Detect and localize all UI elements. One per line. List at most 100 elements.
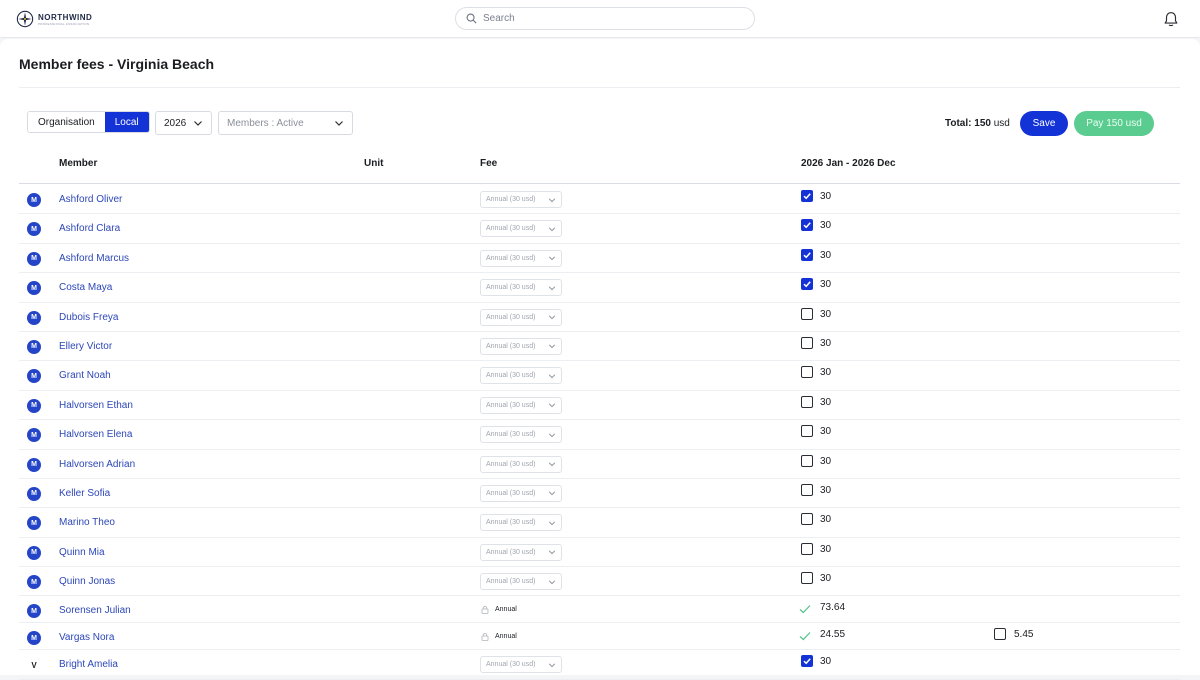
- fee-select[interactable]: Annual (30 usd): [480, 337, 562, 355]
- member-name-link[interactable]: Sorensen Julian: [59, 605, 131, 616]
- fee-checkbox[interactable]: [801, 248, 813, 261]
- title-divider: [19, 87, 1180, 88]
- pay-button[interactable]: Pay 150 usd: [1074, 111, 1154, 136]
- avatar: M: [27, 398, 41, 413]
- fee-amount: 30: [820, 514, 832, 526]
- chevron-down-icon: [548, 403, 556, 408]
- chevron-down-icon: [548, 462, 556, 467]
- fee-select-value: Annual (30 usd): [486, 548, 536, 556]
- year-select[interactable]: 2026: [155, 111, 212, 135]
- member-name-link[interactable]: Grant Noah: [59, 370, 111, 381]
- fee-select[interactable]: Annual (30 usd): [480, 543, 562, 561]
- fee-select[interactable]: Annual (30 usd): [480, 514, 562, 532]
- member-name-link[interactable]: Quinn Mia: [59, 547, 105, 558]
- fee-checkbox[interactable]: [801, 219, 813, 232]
- member-name-link[interactable]: Keller Sofia: [59, 488, 110, 499]
- search-box[interactable]: [455, 7, 755, 30]
- avatar: M: [27, 516, 41, 531]
- fee-select[interactable]: Annual (30 usd): [480, 484, 562, 502]
- checkmark-icon: [803, 658, 811, 665]
- main-panel: Member fees - Virginia Beach Organisatio…: [0, 39, 1200, 680]
- member-fee-table: M Ashford Oliver Annual (30 usd) 30 M Ashford…: [19, 185, 1180, 680]
- avatar: M: [27, 486, 41, 501]
- member-name-link[interactable]: Quinn Jonas: [59, 576, 115, 587]
- total-value: 150: [974, 118, 991, 129]
- lock-icon: [481, 633, 489, 642]
- fee-select-value: Annual (30 usd): [486, 225, 536, 233]
- fee-checkbox[interactable]: [801, 307, 813, 320]
- avatar: M: [27, 222, 41, 237]
- fee-select[interactable]: Annual (30 usd): [480, 308, 562, 326]
- column-member[interactable]: Member: [59, 158, 97, 169]
- fee-locked-value: Annual: [495, 633, 517, 641]
- total-label: Total:: [945, 118, 972, 129]
- member-name-link[interactable]: Ashford Clara: [59, 223, 120, 234]
- lock-icon: [481, 606, 489, 615]
- chevron-down-icon: [548, 433, 556, 437]
- scope-tab-local[interactable]: Local: [104, 112, 149, 132]
- fee-checkbox[interactable]: [801, 395, 813, 408]
- fee-checkbox[interactable]: [801, 572, 813, 585]
- scope-toggle: Organisation Local: [27, 111, 150, 133]
- fee-select-value: Annual (30 usd): [486, 489, 536, 497]
- table-row: M Quinn Mia Annual (30 usd) 30: [19, 538, 1180, 568]
- fee-amount: 30: [820, 367, 832, 379]
- fee-checkbox[interactable]: [801, 425, 813, 438]
- fee-select[interactable]: Annual (30 usd): [480, 220, 562, 238]
- table-row: M Halvorsen Elena Annual (30 usd) 30: [19, 420, 1180, 450]
- scope-tab-organisation[interactable]: Organisation: [28, 112, 105, 132]
- logo-name: NORTHWIND: [38, 12, 93, 22]
- member-name-link[interactable]: Marino Theo: [59, 517, 115, 528]
- avatar: M: [27, 575, 41, 590]
- save-button[interactable]: Save: [1020, 111, 1068, 136]
- members-filter-select[interactable]: Members : Active: [218, 111, 353, 135]
- fee-select[interactable]: Annual (30 usd): [480, 396, 562, 414]
- member-name-link[interactable]: Ashford Oliver: [59, 194, 122, 205]
- members-filter-value: Members : Active: [227, 117, 304, 129]
- column-unit[interactable]: Unit: [364, 158, 383, 169]
- fee-select[interactable]: Annual (30 usd): [480, 279, 562, 297]
- fee-select[interactable]: Annual (30 usd): [480, 573, 562, 591]
- member-name-link[interactable]: Halvorsen Elena: [59, 429, 132, 440]
- notification-bell-icon[interactable]: [1162, 10, 1180, 28]
- member-name-link[interactable]: Dubois Freya: [59, 312, 118, 323]
- column-fee[interactable]: Fee: [480, 158, 497, 169]
- fee-select[interactable]: Annual (30 usd): [480, 426, 562, 444]
- search-input[interactable]: [483, 13, 733, 24]
- extra-fee-checkbox[interactable]: [994, 628, 1006, 641]
- fee-checkbox[interactable]: [801, 366, 813, 379]
- fee-select-value: Annual (30 usd): [486, 342, 536, 350]
- fee-amount: 30: [820, 249, 832, 261]
- column-period[interactable]: 2026 Jan - 2026 Dec: [801, 158, 896, 169]
- fee-checkbox[interactable]: [801, 483, 813, 496]
- member-name-link[interactable]: Costa Maya: [59, 282, 112, 293]
- chevron-down-icon: [548, 521, 556, 526]
- member-name-link[interactable]: Vargas Nora: [59, 632, 114, 643]
- fee-checkbox[interactable]: [801, 513, 813, 526]
- logo[interactable]: NORTHWIND PROFESSIONAL ASSOCIATION: [16, 10, 92, 28]
- fee-checkbox[interactable]: [801, 278, 813, 291]
- fee-amount: 30: [820, 573, 832, 585]
- fee-select[interactable]: Annual (30 usd): [480, 367, 562, 385]
- avatar: M: [27, 369, 41, 384]
- fee-checkbox[interactable]: [801, 190, 813, 202]
- member-name-link[interactable]: Bright Amelia: [59, 659, 118, 670]
- avatar: M: [27, 251, 41, 266]
- fee-checkbox[interactable]: [801, 542, 813, 555]
- member-name-link[interactable]: Ashford Marcus: [59, 253, 129, 264]
- chevron-down-icon: [548, 344, 556, 349]
- fee-select-value: Annual (30 usd): [486, 578, 536, 586]
- fee-checkbox[interactable]: [801, 655, 813, 668]
- avatar: M: [27, 193, 41, 207]
- fee-select[interactable]: Annual (30 usd): [480, 249, 562, 267]
- member-name-link[interactable]: Halvorsen Ethan: [59, 400, 133, 411]
- fee-select[interactable]: Annual (30 usd): [480, 455, 562, 473]
- fee-checkbox[interactable]: [801, 454, 813, 467]
- fee-select[interactable]: Annual (30 usd): [480, 191, 562, 208]
- fee-amount: 30: [820, 220, 832, 232]
- fee-select[interactable]: Annual (30 usd): [480, 656, 562, 674]
- member-name-link[interactable]: Ellery Victor: [59, 341, 112, 352]
- avatar: M: [27, 281, 41, 296]
- fee-checkbox[interactable]: [801, 336, 813, 349]
- member-name-link[interactable]: Halvorsen Adrian: [59, 459, 135, 470]
